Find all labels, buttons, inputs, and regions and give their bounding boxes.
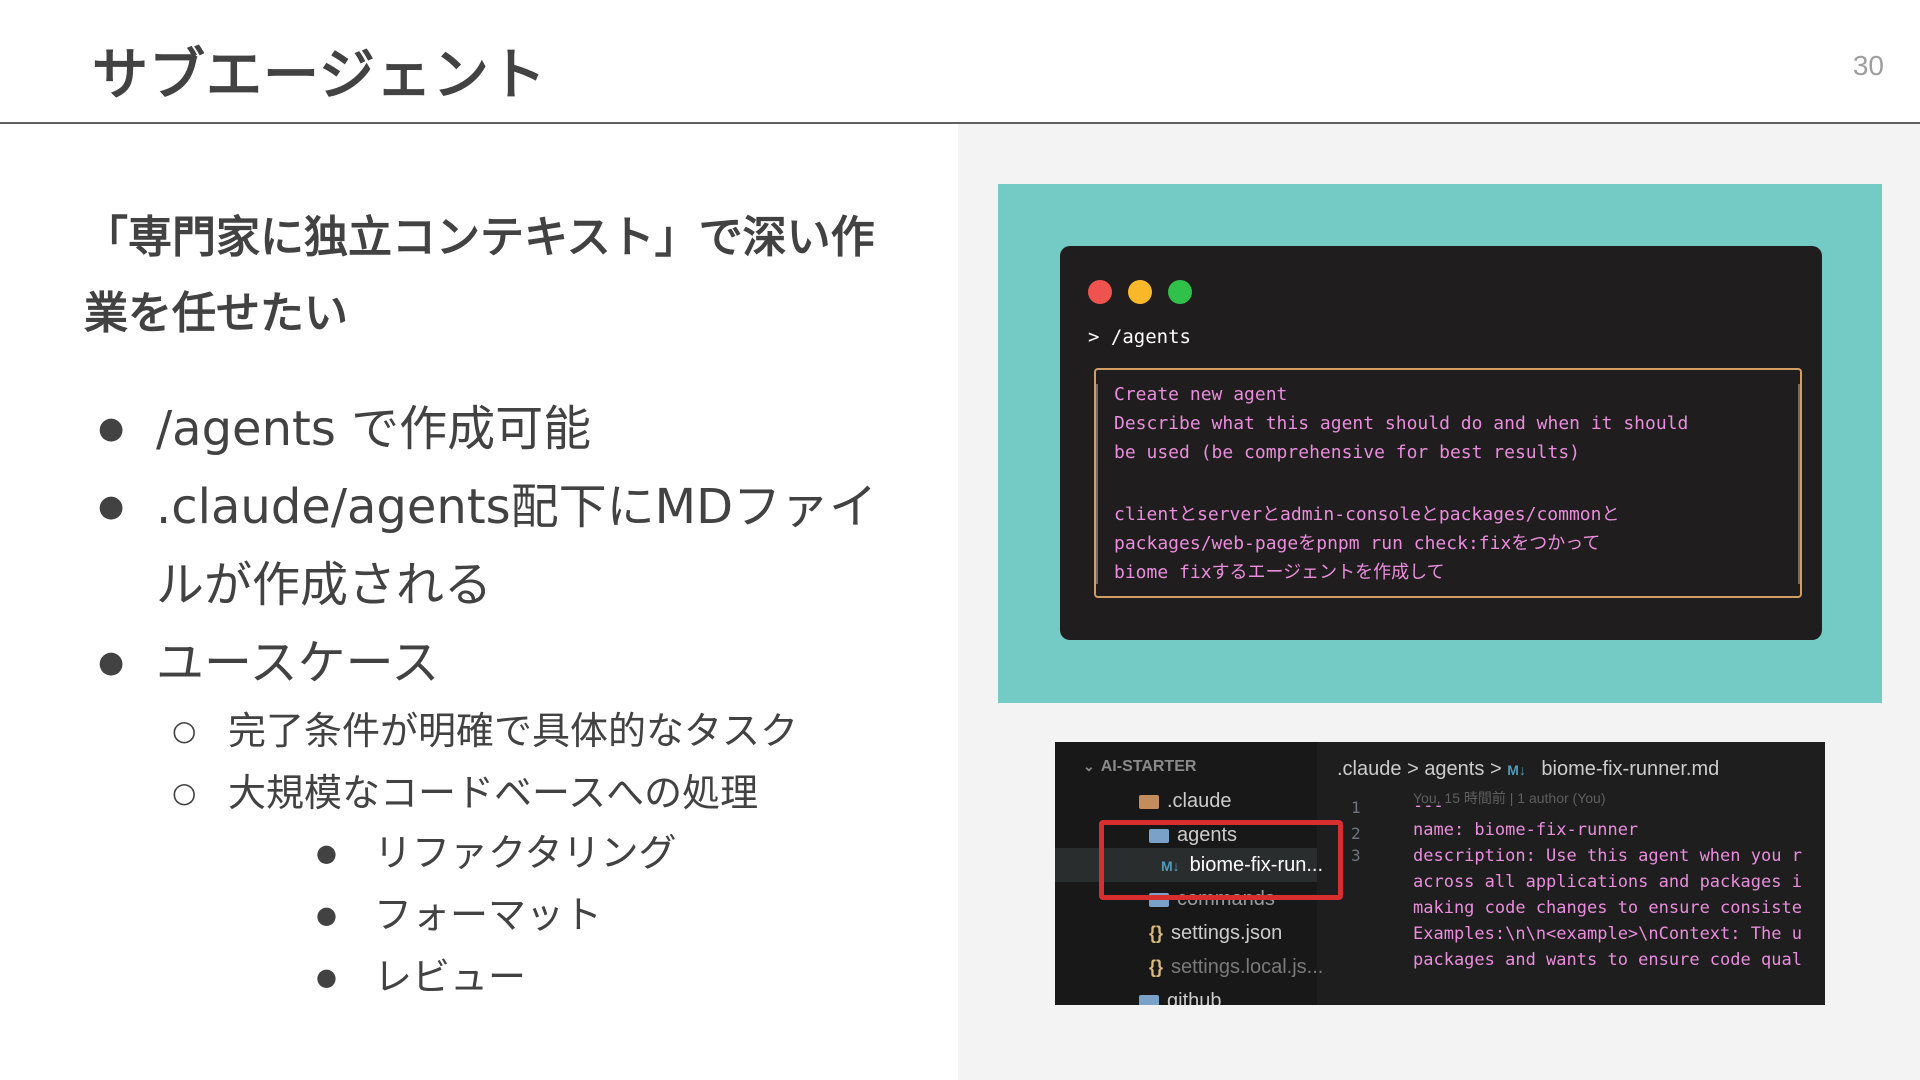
bullet-text: .claude/agents配下にMDファイルが作成される — [156, 479, 878, 613]
code-line: --- — [1413, 796, 1444, 816]
terminal-line: biome fixするエージェントを作成して — [1114, 562, 1445, 583]
create-agent-dialog: Create new agent Describe what this agen… — [1094, 368, 1802, 598]
bullet-list-level3: ● リファクタリング ● フォーマット ● レビュー — [312, 822, 676, 1008]
terminal-prompt: > /agents — [1088, 326, 1191, 348]
tree-item-claude[interactable]: .claude — [1139, 790, 1232, 813]
editor-screenshot: ⌄ AI-STARTER .claude agents M↓ biome-fix-r… — [1055, 742, 1825, 1005]
code-line: description: Use this agent when you r — [1413, 846, 1802, 866]
breadcrumb-item[interactable]: agents — [1424, 758, 1484, 780]
chevron-down-icon: ⌄ — [1083, 758, 1095, 774]
bullet-dot-icon: ● — [316, 963, 337, 991]
explorer-title: ⌄ AI-STARTER — [1083, 758, 1197, 775]
code-line: packages and wants to ensure code qual — [1413, 950, 1802, 970]
bullet-text: 完了条件が明確で具体的なタスク — [228, 709, 799, 753]
minimize-window-dot-icon — [1128, 280, 1152, 304]
dialog-border-right — [1798, 384, 1800, 584]
list-item: ● /agents で作成可能 — [88, 390, 908, 468]
breadcrumb-separator-icon: > — [1489, 758, 1502, 780]
bullet-text: /agents で作成可能 — [156, 401, 592, 457]
bullet-text: 大規模なコードベースへの処理 — [228, 771, 759, 815]
line-number: 2 — [1351, 824, 1361, 843]
list-item: ○ 完了条件が明確で具体的なタスク — [168, 700, 798, 762]
code-line: making code changes to ensure consiste — [1413, 898, 1802, 918]
bullet-dot-icon: ● — [98, 645, 125, 680]
terminal-line: be used (be comprehensive for best resul… — [1114, 442, 1580, 463]
code-line: name: biome-fix-runner — [1413, 820, 1639, 840]
maximize-window-dot-icon — [1168, 280, 1192, 304]
list-item: ● レビュー — [312, 946, 676, 1008]
markdown-icon: M↓ — [1507, 762, 1526, 778]
terminal-line: clientとserverとadmin-consoleとpackages/com… — [1114, 504, 1620, 525]
terminal-window: > /agents Create new agent Describe what… — [1060, 246, 1822, 640]
list-item: ● .claude/agents配下にMDファイルが作成される — [88, 468, 908, 624]
terminal-line: Create new agent — [1114, 384, 1288, 405]
list-item: ● リファクタリング — [312, 822, 676, 884]
bullet-list-level1: ● /agents で作成可能 ● .claude/agents配下にMDファイルが… — [88, 390, 908, 702]
bullet-text: リファクタリング — [374, 831, 677, 875]
bullet-list-level2: ○ 完了条件が明確で具体的なタスク ○ 大規模なコードベースへの処理 — [168, 700, 798, 824]
terminal-line: Describe what this agent should do and w… — [1114, 413, 1689, 434]
dialog-border-left — [1096, 384, 1098, 584]
line-number: 3 — [1351, 846, 1361, 865]
tree-item-settings-json[interactable]: {} settings.json — [1149, 922, 1282, 945]
line-number: 1 — [1351, 798, 1361, 817]
code-line: across all applications and packages i — [1413, 872, 1802, 892]
tree-item-github[interactable]: github — [1139, 990, 1222, 1005]
bullet-circle-icon: ○ — [172, 714, 197, 747]
bullet-dot-icon: ● — [98, 489, 125, 524]
list-item: ● フォーマット — [312, 884, 676, 946]
bullet-dot-icon: ● — [316, 901, 337, 929]
slide-title: サブエージェント — [92, 43, 547, 108]
breadcrumb: .claude > agents > M↓ biome-fix-runner.m… — [1337, 758, 1719, 781]
file-explorer: ⌄ AI-STARTER .claude agents M↓ biome-fix-r… — [1055, 742, 1343, 1005]
json-icon: {} — [1149, 923, 1164, 943]
terminal-screenshot: > /agents Create new agent Describe what… — [998, 184, 1882, 703]
page-number: 30 — [1852, 50, 1884, 81]
folder-icon — [1139, 794, 1159, 809]
terminal-line: packages/web-pageをpnpm run check:fixをつかっ… — [1114, 533, 1601, 554]
list-item: ● ユースケース — [88, 624, 908, 702]
bullet-circle-icon: ○ — [172, 776, 197, 809]
bullet-text: レビュー — [374, 955, 527, 999]
bullet-dot-icon: ● — [98, 411, 125, 446]
breadcrumb-item[interactable]: .claude — [1337, 758, 1402, 780]
bullet-text: ユースケース — [156, 635, 440, 691]
json-icon: {} — [1149, 957, 1164, 977]
close-window-dot-icon — [1088, 280, 1112, 304]
lead-heading: 「専門家に独立コンテキスト」で深い作業を任せたい — [84, 212, 875, 339]
breadcrumb-separator-icon: > — [1407, 758, 1419, 780]
breadcrumb-item[interactable]: biome-fix-runner.md — [1541, 758, 1719, 780]
folder-icon — [1139, 994, 1159, 1005]
tree-item-settings-local[interactable]: {} settings.local.js... — [1149, 956, 1323, 979]
bullet-dot-icon: ● — [316, 839, 337, 867]
code-line: Examples:\n\n<example>\nContext: The u — [1413, 924, 1802, 944]
bullet-text: フォーマット — [374, 893, 603, 937]
list-item: ○ 大規模なコードベースへの処理 — [168, 762, 798, 824]
highlight-annotation-box — [1099, 820, 1343, 900]
